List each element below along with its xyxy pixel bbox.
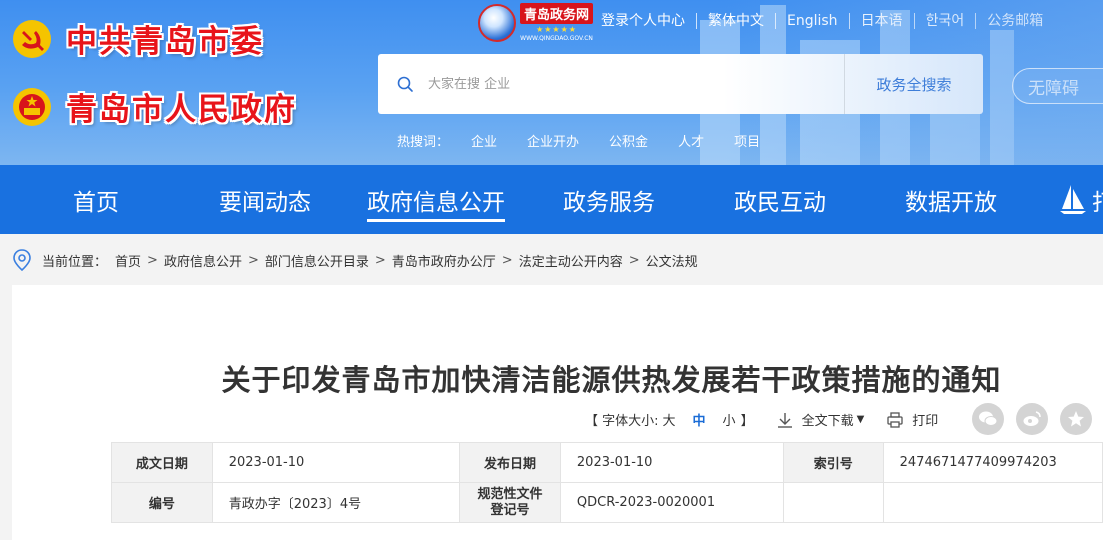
download-label: 全文下载 [801,414,854,429]
article-toolbar: 【 字体大小: 大 中 小 】 全文下载 ▼ 打印 [585,410,938,429]
font-size-label: 【 字体大小: [585,414,659,429]
table-row: 编号 青政办字〔2023〕4号 规范性文件登记号 QDCR-2023-00200… [111,482,1103,523]
breadcrumb-separator: > [247,252,259,268]
search-button[interactable]: 政务全搜索 [844,54,983,114]
breadcrumb-item[interactable]: 公文法规 [646,251,698,270]
download-button[interactable]: 全文下载 ▼ [776,410,865,429]
brand-party[interactable]: 中共青岛市委 [12,16,264,61]
font-size-medium[interactable]: 中 [693,410,706,429]
breadcrumb-item[interactable]: 首页 [115,251,141,270]
top-link-email[interactable]: 公务邮箱 [975,13,1054,29]
nav-item-news[interactable]: 要闻动态 [219,165,311,234]
meta-value: 2474671477409974203 [882,442,1103,483]
download-icon [777,412,792,428]
breadcrumb-separator: > [501,252,513,268]
font-size-small[interactable]: 小 [723,410,736,429]
wechat-icon [979,411,998,426]
top-link-english[interactable]: English [775,13,849,29]
main-nav: 首页 要闻动态 政府信息公开 政务服务 政民互动 数据开放 打 [0,165,1103,234]
hot-keyword[interactable]: 企业 [471,131,497,150]
site-logo[interactable]: 青岛政务网 ★★★★★ WWW.QINGDAO.GOV.CN [478,3,594,42]
meta-key: 规范性文件登记号 [459,482,561,523]
party-emblem-icon [12,19,52,59]
hot-keyword[interactable]: 人才 [678,131,704,150]
weibo-icon [1023,411,1041,426]
meta-key: 发布日期 [459,442,561,483]
sailboat-icon [1060,185,1086,214]
top-link-japanese[interactable]: 日本语 [848,13,914,29]
share-weibo-button[interactable] [1016,403,1048,435]
breadcrumb-label: 当前位置： [42,254,108,270]
meta-value: 2023-01-10 [559,442,784,483]
meta-key: 成文日期 [111,442,213,483]
document-title: 关于印发青岛市加快清洁能源供热发展若干政策措施的通知 [221,363,1002,397]
breadcrumb-item[interactable]: 部门信息公开目录 [265,251,369,270]
breadcrumb-item[interactable]: 青岛市政府办公厅 [392,251,496,270]
site-logo-name: 青岛政务网 [520,3,594,24]
top-links: 登录个人中心 繁体中文 English 日本语 한국어 公务邮箱 [590,13,1054,29]
meta-value: QDCR-2023-0020001 [559,482,784,523]
top-link-login[interactable]: 登录个人中心 [590,13,696,29]
hot-search-label: 热搜词： [397,135,450,150]
print-icon [887,411,903,428]
meta-key [782,482,884,523]
location-pin-icon [13,249,31,271]
print-button[interactable]: 打印 [886,410,938,429]
top-link-korean[interactable]: 한국어 [913,13,976,29]
breadcrumb-item[interactable]: 法定主动公开内容 [519,251,623,270]
meta-value: 2023-01-10 [211,442,461,483]
site-header: 中共青岛市委 青岛市人民政府 青岛政务网 ★★★★★ WWW.QINGDAO.G… [0,0,1103,165]
nav-item-interaction[interactable]: 政民互动 [734,165,826,234]
meta-key: 索引号 [782,442,884,483]
favorite-button[interactable] [1060,403,1092,435]
breadcrumb-separator: > [628,252,640,268]
hot-search: 热搜词： 企业 企业开办 公积金 人才 项目 [397,131,790,150]
nav-item-open-data[interactable]: 数据开放 [905,165,997,234]
national-emblem-icon [12,87,52,127]
globe-logo-icon [478,3,516,42]
meta-key: 编号 [111,482,213,523]
document-meta-table: 成文日期 2023-01-10 发布日期 2023-01-10 索引号 2474… [111,442,1103,523]
print-label: 打印 [912,414,939,429]
breadcrumb-separator: > [374,252,386,268]
breadcrumb-separator: > [147,252,158,268]
search-input[interactable] [428,76,844,92]
search-icon [397,76,413,92]
search-bar: 政务全搜索 [378,54,983,114]
breadcrumb: 当前位置： 首页 > 政府信息公开 > 部门信息公开目录 > 青岛市政府办公厅 … [12,249,698,271]
nav-item-more[interactable]: 打 [1092,165,1103,234]
share-wechat-button[interactable] [972,403,1004,435]
brand-party-text: 中共青岛市委 [66,24,264,60]
table-row: 成文日期 2023-01-10 发布日期 2023-01-10 索引号 2474… [111,442,1103,483]
top-link-traditional-chinese[interactable]: 繁体中文 [696,13,775,29]
nav-item-home[interactable]: 首页 [73,165,119,234]
site-logo-domain: WWW.QINGDAO.GOV.CN [520,35,593,42]
accessibility-button[interactable]: 无障碍 [1012,68,1103,104]
brand-government[interactable]: 青岛市人民政府 [12,84,297,129]
hot-keyword[interactable]: 公积金 [609,131,648,150]
nav-item-gov-info[interactable]: 政府信息公开 [367,165,505,234]
breadcrumb-item[interactable]: 政府信息公开 [164,251,242,270]
font-size-end: 】 [740,414,754,429]
hot-keyword[interactable]: 项目 [734,131,760,150]
font-size-large[interactable]: 大 [663,410,676,429]
nav-item-services[interactable]: 政务服务 [563,165,655,234]
star-icon [1068,411,1084,427]
brand-government-text: 青岛市人民政府 [66,92,297,128]
site-logo-stars: ★★★★★ [536,25,577,34]
meta-value [882,482,1103,523]
meta-value: 青政办字〔2023〕4号 [211,482,461,523]
caret-down-icon: ▼ [856,414,865,425]
hot-keyword[interactable]: 企业开办 [527,131,579,150]
